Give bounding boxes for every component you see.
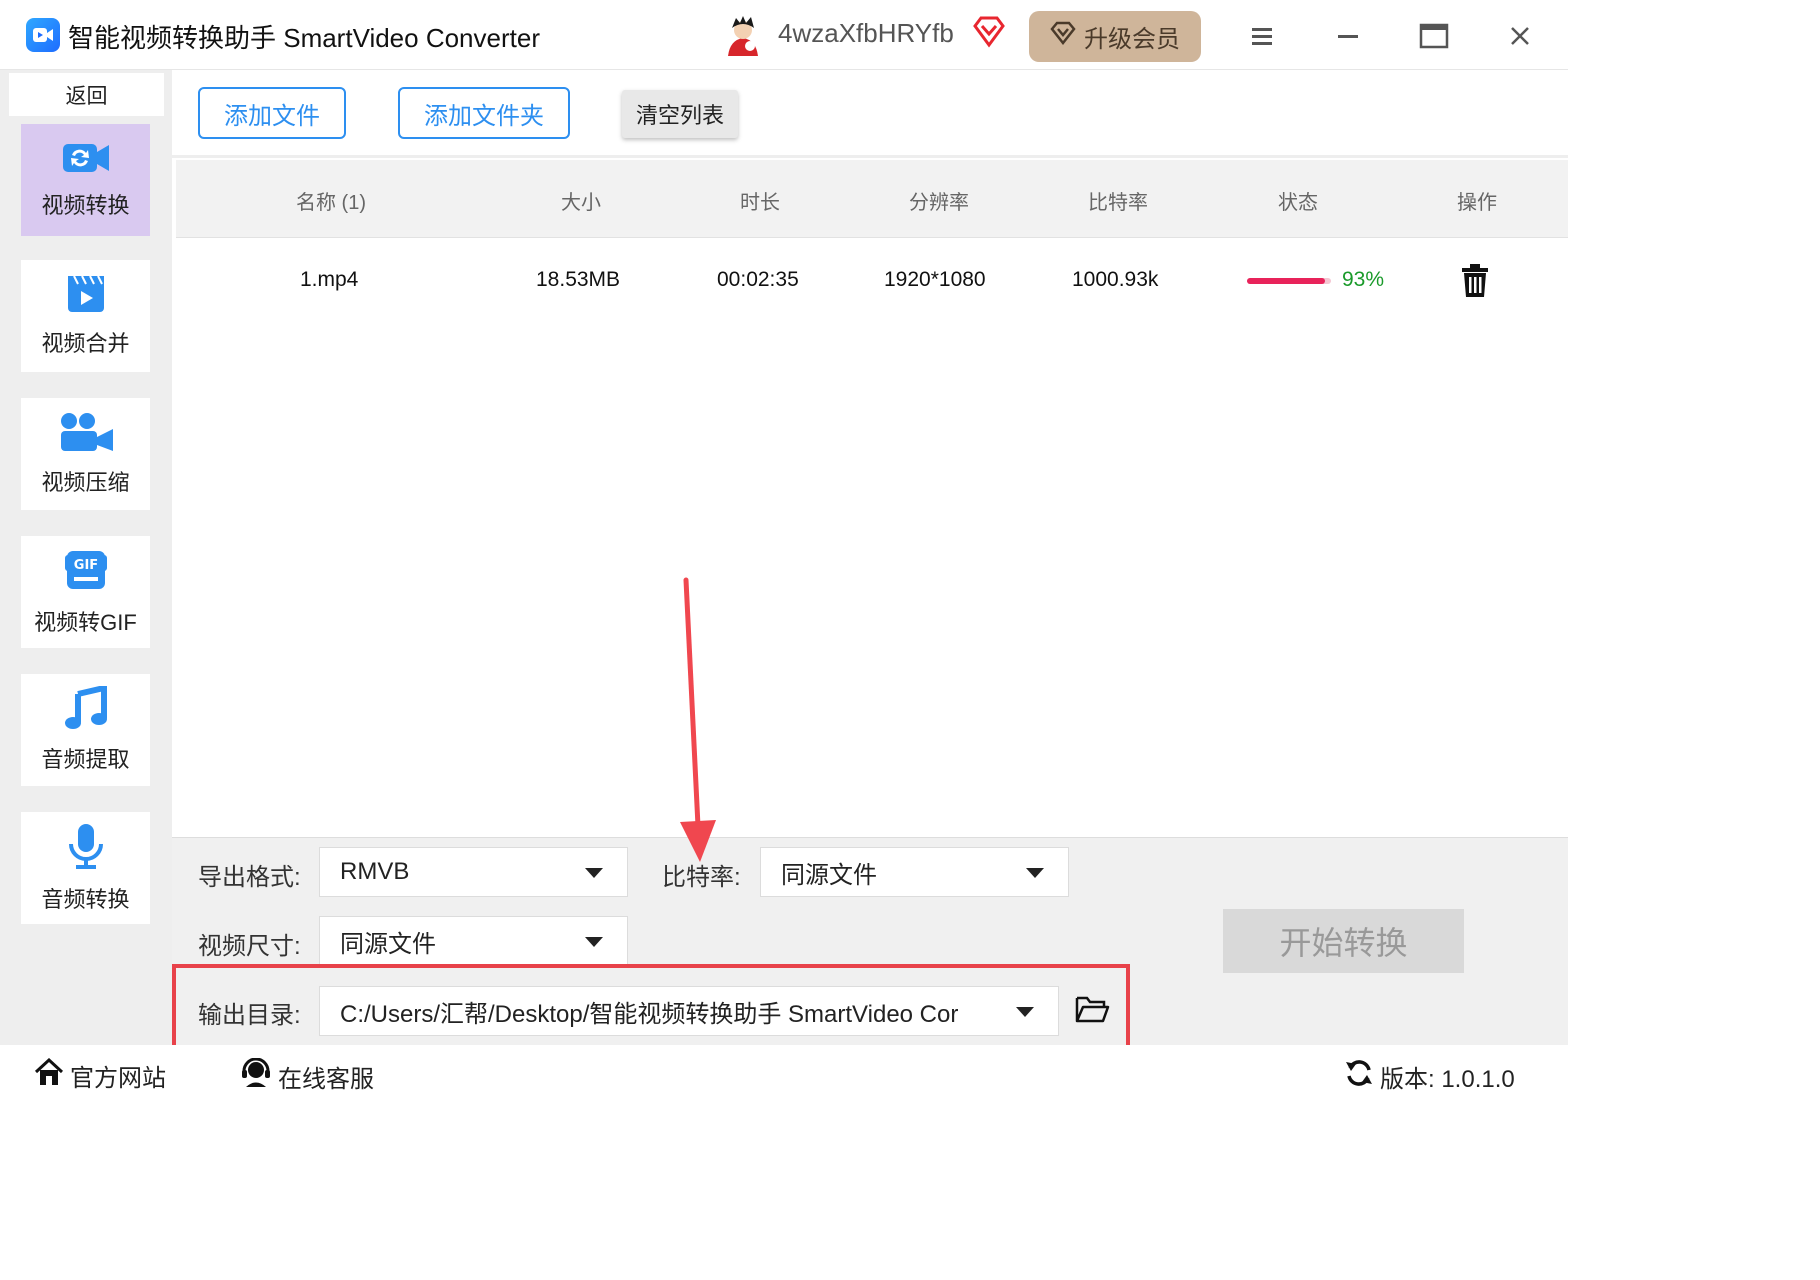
add-folder-button[interactable]: 添加文件夹: [398, 87, 570, 139]
vip-diamond-icon: [1050, 21, 1076, 52]
progress-bar-fill: [1247, 278, 1326, 284]
sidebar-item-audio-convert[interactable]: 音频转换: [21, 812, 150, 924]
trash-icon[interactable]: [1460, 264, 1490, 303]
back-button[interactable]: 返回: [9, 73, 164, 116]
sidebar-item-video-compress[interactable]: 视频压缩: [21, 398, 150, 510]
video-merge-icon: [66, 274, 106, 320]
maximize-icon[interactable]: [1412, 14, 1456, 58]
column-header-actions: 操作: [1457, 192, 1497, 214]
microphone-icon: [66, 822, 106, 876]
username[interactable]: 4wzaXfbHRYfb: [778, 18, 954, 49]
website-label: 官方网站: [70, 1065, 166, 1092]
sidebar-item-audio-extract[interactable]: 音频提取: [21, 674, 150, 786]
format-select[interactable]: RMVB: [319, 847, 628, 897]
file-size: 18.53MB: [536, 268, 621, 291]
sidebar-item-label: 音频提取: [41, 747, 130, 772]
sidebar-item-video-convert[interactable]: 视频转换: [21, 124, 150, 236]
bitrate-value: 同源文件: [781, 861, 877, 889]
size-label: 视频尺寸:: [198, 933, 301, 960]
support-label: 在线客服: [278, 1066, 374, 1093]
avatar[interactable]: [722, 14, 764, 56]
video-convert-icon: [61, 140, 111, 182]
file-list-area: [172, 155, 1568, 837]
output-dir-highlight: [172, 964, 1130, 1052]
vip-diamond-icon: [972, 16, 1006, 53]
sidebar-item-video-to-gif[interactable]: GIF 视频转GIF: [21, 536, 150, 648]
annotation-arrow: [670, 576, 720, 871]
format-value: RMVB: [340, 858, 410, 885]
size-select[interactable]: 同源文件: [319, 916, 628, 966]
format-label: 导出格式:: [198, 864, 301, 891]
size-value: 同源文件: [340, 930, 436, 958]
sidebar-item-label: 视频合并: [41, 331, 130, 356]
home-icon: [34, 1057, 64, 1093]
chevron-down-icon: [585, 868, 603, 878]
file-bitrate: 1000.93k: [1072, 268, 1159, 291]
column-header-status[interactable]: 状态: [1278, 186, 1318, 215]
clear-list-button[interactable]: 清空列表: [622, 90, 738, 138]
column-header-size[interactable]: 大小: [561, 186, 601, 215]
file-resolution: 1920*1080: [884, 268, 986, 291]
column-header-bitrate[interactable]: 比特率: [1088, 186, 1148, 215]
online-support-link[interactable]: 在线客服: [240, 1057, 374, 1095]
column-header-resolution[interactable]: 分辨率: [909, 186, 969, 215]
sidebar-item-label: 视频转换: [41, 193, 130, 218]
progress-bar: [1247, 278, 1331, 284]
headset-icon: [240, 1057, 272, 1095]
upgrade-vip-button[interactable]: 升级会员: [1029, 11, 1201, 62]
sidebar-item-label: 视频转GIF: [34, 610, 137, 635]
minimize-icon[interactable]: [1326, 14, 1370, 58]
upgrade-label: 升级会员: [1084, 26, 1180, 53]
column-header-name[interactable]: 名称 (1): [296, 186, 366, 215]
music-note-icon: [64, 684, 108, 736]
file-duration: 00:02:35: [717, 268, 799, 291]
gif-icon: GIF: [63, 547, 109, 599]
sidebar: 返回 视频转换 视频合并 视频压缩 GIF 视频转GIF 音频提取 音频转换: [0, 70, 172, 1045]
progress-percent: 93%: [1342, 268, 1385, 291]
svg-text:GIF: GIF: [73, 558, 97, 573]
official-website-link[interactable]: 官方网站: [34, 1057, 166, 1093]
menu-icon[interactable]: [1240, 14, 1284, 58]
start-convert-button[interactable]: 开始转换: [1223, 909, 1464, 973]
close-icon[interactable]: [1498, 14, 1542, 58]
app-logo-icon: [26, 18, 60, 52]
version-info[interactable]: 版本: 1.0.1.0: [1344, 1058, 1515, 1095]
video-compress-icon: [57, 411, 115, 459]
file-name: 1.mp4: [300, 268, 359, 291]
app-title: 智能视频转换助手 SmartVideo Converter: [68, 23, 540, 53]
bitrate-select[interactable]: 同源文件: [760, 847, 1069, 897]
footer: [0, 1045, 1568, 1103]
sidebar-item-video-merge[interactable]: 视频合并: [21, 260, 150, 372]
chevron-down-icon: [1026, 868, 1044, 878]
sidebar-item-label: 音频转换: [41, 887, 130, 912]
sidebar-item-label: 视频压缩: [41, 470, 130, 495]
add-file-button[interactable]: 添加文件: [198, 87, 346, 139]
chevron-down-icon: [585, 937, 603, 947]
column-header-duration[interactable]: 时长: [740, 186, 780, 215]
refresh-icon: [1344, 1058, 1374, 1095]
version-label: 版本: 1.0.1.0: [1380, 1066, 1515, 1093]
table-header: [176, 160, 1568, 238]
